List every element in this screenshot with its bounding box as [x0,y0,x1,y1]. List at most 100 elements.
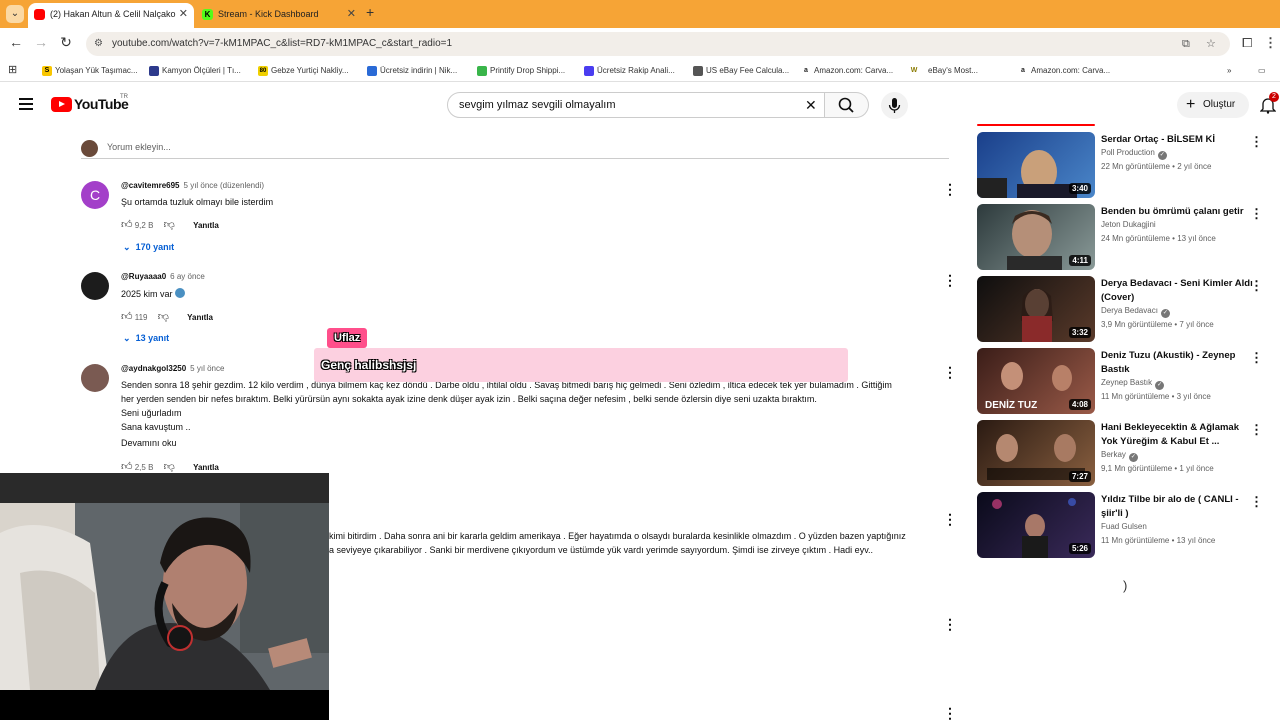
bookmarks-overflow-icon[interactable]: » [1227,64,1231,78]
video-thumbnail[interactable]: 4:11 [977,204,1095,270]
dislike-icon[interactable]: 👎︎ [158,311,169,323]
video-thumbnail[interactable]: 3:32 [977,276,1095,342]
bookmark-favicon-icon [477,66,487,76]
stream-chat-username: Uflaz [327,328,368,348]
bookmark-item[interactable]: a Amazon.com: Carva... [1018,64,1110,78]
channel-name[interactable]: Derya Bedavacı ✓ [1101,306,1170,318]
address-bar[interactable]: ⚙ youtube.com/watch?v=7-kM1MPAC_c&list=R… [86,32,1230,56]
voice-search-button[interactable] [881,92,908,119]
like-icon[interactable]: 👍︎ [121,461,133,473]
youtube-logo-icon[interactable] [51,97,72,112]
video-thumbnail[interactable]: 3:40 [977,132,1095,198]
like-icon[interactable]: 👍︎ [121,219,133,231]
bookmark-item[interactable]: a Amazon.com: Carva... [801,64,893,78]
video-menu-icon[interactable]: ⋮ [1250,134,1263,150]
all-bookmarks-folder-icon[interactable]: ▭ [1258,64,1266,78]
extensions-icon[interactable]: ⧠ [1242,35,1252,51]
video-menu-icon[interactable]: ⋮ [1250,278,1263,294]
reply-button[interactable]: Yanıtla [193,463,219,472]
recommended-video[interactable]: 5:26 Yıldız Tilbe bir alo de ( CANLI - ş… [977,492,1267,558]
add-comment-field[interactable]: Yorum ekleyin... [81,140,949,159]
recommended-video[interactable]: 7:27 Hani Bekleyecektin & Ağlamak Yok Yü… [977,420,1267,486]
back-arrow-icon[interactable]: ← [6,34,26,50]
video-thumbnail[interactable]: DENİZ TUZ 4:08 [977,348,1095,414]
browser-tab-youtube[interactable]: (2) Hakan Altun & Celil Nalçako ✕ [28,3,194,28]
video-menu-icon[interactable]: ⋮ [1250,422,1263,438]
forward-arrow-icon[interactable]: → [31,34,51,50]
view-replies-button[interactable]: ⌄ 170 yanıt [123,242,174,253]
bookmark-item[interactable]: WeBay's Most... [909,64,978,78]
avatar[interactable] [81,364,109,392]
comment-time[interactable]: 5 yıl önce [190,364,224,373]
video-title[interactable]: Hani Bekleyecektin & Ağlamak Yok Yüreğim… [1101,421,1253,449]
like-icon[interactable]: 👍︎ [121,311,133,323]
video-menu-icon[interactable]: ⋮ [1250,350,1263,366]
dislike-icon[interactable]: 👎︎ [164,461,175,473]
bookmark-item[interactable]: S Yolaşan Yük Taşımac... [42,64,138,78]
comment-author[interactable]: @aydnakgol3250 [121,364,186,373]
comment-menu-icon[interactable]: ⋮ [943,511,957,528]
bookmark-star-icon[interactable]: ☆ [1206,32,1216,56]
clear-search-icon[interactable]: ✕ [805,97,817,114]
bookmark-item[interactable]: Ücretsiz Rakip Anali... [584,64,675,78]
browser-menu-icon[interactable]: ⋮ [1264,35,1277,51]
search-input[interactable]: sevgim yılmaz sevgili olmayalım [447,92,825,118]
recommended-video[interactable]: 3:40 Serdar Ortaç - BİLSEM Kİ Poll Produ… [977,132,1267,198]
video-menu-icon[interactable]: ⋮ [1250,494,1263,510]
channel-name[interactable]: Zeynep Bastık ✓ [1101,378,1165,390]
video-title[interactable]: Benden bu ömrümü çalanı getir [1101,205,1253,219]
close-tab-icon[interactable]: ✕ [179,3,188,26]
comment-menu-icon[interactable]: ⋮ [943,181,957,198]
video-title[interactable]: Yıldız Tilbe bir alo de ( CANLI - şiir'l… [1101,493,1253,521]
reply-button[interactable]: Yanıtla [187,313,213,322]
recommended-video[interactable]: 4:11 Benden bu ömrümü çalanı getir Jeton… [977,204,1267,270]
browser-tab-kick[interactable]: K Stream - Kick Dashboard ✕ [196,3,362,28]
bookmarks-bar: ⊞ S Yolaşan Yük Taşımac... Kamyon Ölçüler… [0,60,1280,82]
install-app-icon[interactable]: ⧉ [1182,32,1190,56]
video-title[interactable]: Serdar Ortaç - BİLSEM Kİ [1101,133,1253,147]
reply-button[interactable]: Yanıtla [193,221,219,230]
reload-icon[interactable]: ↻ [56,34,76,51]
bookmark-item[interactable]: 80 Gebze Yurtiçi Nakliy... [258,64,349,78]
video-title[interactable]: Deniz Tuzu (Akustik) - Zeynep Bastık [1101,349,1253,377]
avatar[interactable]: C [81,181,109,209]
video-menu-icon[interactable]: ⋮ [1250,206,1263,222]
close-tab-icon[interactable]: ✕ [347,3,356,26]
create-button[interactable]: + Oluştur [1177,92,1249,118]
bookmark-item[interactable]: Ücretsiz indirin | Nik... [367,64,457,78]
upload-age: 2 yıl önce [1177,162,1212,171]
search-button[interactable] [825,92,869,118]
new-tab-button[interactable]: + [366,4,374,20]
comment-menu-icon[interactable]: ⋮ [943,272,957,289]
bookmark-item[interactable]: Printify Drop Shippi... [477,64,565,78]
site-info-icon[interactable]: ⚙ [94,32,103,56]
bookmark-label: Kamyon Ölçüleri | Tı... [162,66,241,75]
comment-time[interactable]: 5 yıl önce (düzenlendi) [184,181,265,190]
view-replies-button[interactable]: ⌄ 13 yanıt [123,333,169,344]
video-thumbnail[interactable]: 7:27 [977,420,1095,486]
comment-time[interactable]: 6 ay önce [170,272,205,281]
comment-item: C @cavitemre695 5 yıl önce (düzenlendi) Ş… [81,181,961,261]
webcam-bottom-bar [0,690,329,720]
comment-menu-icon[interactable]: ⋮ [943,364,957,381]
dislike-icon[interactable]: 👎︎ [164,219,175,231]
video-thumbnail[interactable]: 5:26 [977,492,1095,558]
recommended-video[interactable]: 3:32 Derya Bedavacı - Seni Kimler Aldı (… [977,276,1267,342]
channel-name[interactable]: Fuad Gulsen [1101,522,1147,531]
channel-name[interactable]: Poll Production ✓ [1101,148,1167,160]
bookmark-item[interactable]: Kamyon Ölçüleri | Tı... [149,64,241,78]
comment-author[interactable]: @Ruyaaaa0 [121,272,166,281]
bookmark-item[interactable]: US eBay Fee Calcula... [693,64,789,78]
video-title[interactable]: Derya Bedavacı - Seni Kimler Aldı (Cover… [1101,277,1253,305]
menu-hamburger-icon[interactable] [19,98,33,113]
avatar[interactable] [81,272,109,300]
channel-name[interactable]: Jeton Dukagjini [1101,220,1156,229]
comment-menu-icon[interactable]: ⋮ [943,705,957,720]
channel-name[interactable]: Berkay ✓ [1101,450,1138,462]
apps-grid-icon[interactable]: ⊞ [8,63,17,77]
recommended-video[interactable]: DENİZ TUZ 4:08 Deniz Tuzu (Akustik) - Ze… [977,348,1267,414]
read-more-button[interactable]: Devamını oku [121,438,177,448]
comment-menu-icon[interactable]: ⋮ [943,616,957,633]
comment-author[interactable]: @cavitemre695 [121,181,180,190]
tab-search-button[interactable]: ⌄ [6,5,24,23]
